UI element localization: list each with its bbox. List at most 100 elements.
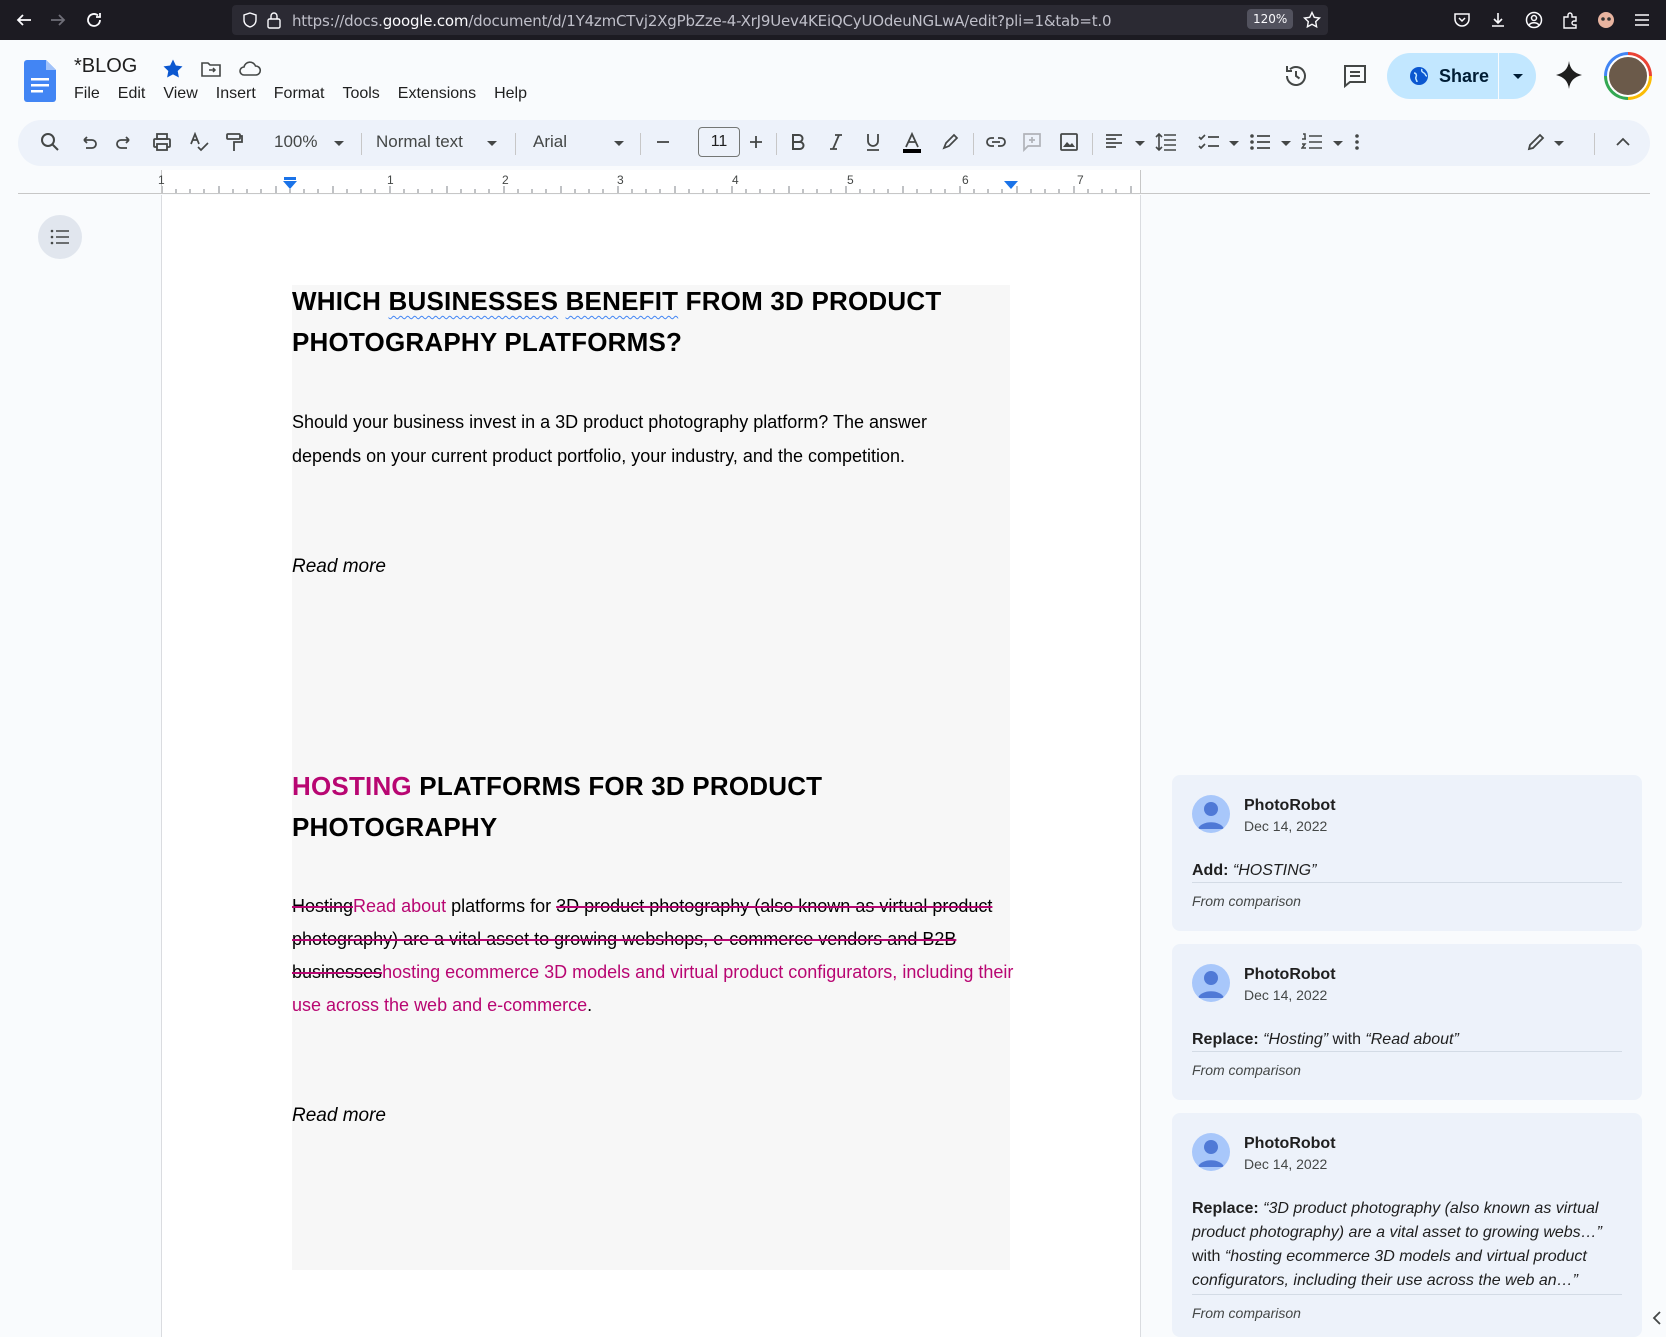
align-left-icon[interactable] (1104, 132, 1124, 152)
menu-format[interactable]: Format (274, 85, 325, 103)
mode-caret-icon[interactable] (1554, 141, 1564, 146)
insert-image-icon[interactable] (1059, 132, 1079, 152)
shield-icon[interactable] (242, 12, 258, 28)
gemini-sparkle-icon[interactable] (1555, 60, 1583, 90)
menu-view[interactable]: View (163, 85, 197, 103)
right-indent-marker[interactable] (1004, 181, 1018, 189)
suggested-deletion[interactable]: Hosting (292, 896, 353, 916)
account-icon[interactable] (1522, 8, 1546, 32)
read-more-link[interactable]: Read more (292, 1105, 386, 1127)
insert-link-icon[interactable] (985, 132, 1007, 152)
read-more-link[interactable]: Read more (292, 556, 386, 578)
document-outline-button[interactable] (38, 215, 82, 259)
bold-icon[interactable] (789, 132, 807, 152)
horizontal-ruler[interactable]: 1 1 2 3 4 5 6 7 (18, 170, 1650, 194)
zoom-select[interactable]: 100% (274, 132, 317, 152)
spelling-flagged-word[interactable]: BUSINESSES (389, 286, 559, 316)
text-color-icon[interactable] (901, 132, 923, 154)
document-title[interactable]: *BLOG (74, 55, 137, 78)
font-caret-icon[interactable] (614, 141, 624, 146)
bookmark-star-icon[interactable] (1300, 8, 1324, 32)
menu-file[interactable]: File (74, 85, 100, 103)
url-text: https://docs.google.com/document/d/1Y4zm… (292, 12, 1112, 30)
add-comment-icon[interactable] (1022, 132, 1042, 152)
more-options-icon[interactable] (1352, 132, 1362, 152)
back-icon[interactable] (12, 8, 36, 32)
style-caret-icon[interactable] (487, 141, 497, 146)
user-avatar[interactable] (1604, 52, 1652, 100)
editing-mode-icon[interactable] (1526, 132, 1546, 152)
italic-icon[interactable] (827, 132, 845, 152)
line-spacing-icon[interactable] (1155, 132, 1177, 152)
print-icon[interactable] (152, 132, 172, 152)
menu-insert[interactable]: Insert (216, 85, 256, 103)
suggestion-card[interactable]: PhotoRobot Dec 14, 2022 Replace: “3D pro… (1172, 1113, 1642, 1337)
align-caret-icon[interactable] (1135, 141, 1145, 146)
comment-source: From comparison (1192, 1062, 1301, 1078)
bulleted-list-icon[interactable] (1249, 132, 1271, 152)
increase-font-size-icon[interactable] (747, 132, 765, 152)
docs-logo-icon[interactable] (24, 60, 56, 102)
paragraph-style-select[interactable]: Normal text (376, 132, 463, 152)
font-value: Arial (533, 132, 568, 151)
suggested-insertion[interactable]: hosting ecommerce 3D models and virtual … (292, 962, 1013, 1015)
redo-icon[interactable] (115, 132, 135, 152)
checklist-icon[interactable] (1198, 132, 1220, 152)
paragraph-intro[interactable]: Should your business invest in a 3D prod… (292, 405, 992, 473)
spelling-flagged-word[interactable]: BENEFIT (566, 286, 679, 316)
paragraph-hosting[interactable]: HostingRead about platforms for 3D produ… (292, 890, 1017, 1022)
comment-date: Dec 14, 2022 (1244, 1156, 1328, 1172)
suggested-insertion[interactable]: Read about (353, 896, 446, 916)
cloud-saved-icon[interactable] (238, 58, 262, 80)
search-menus-icon[interactable] (40, 132, 60, 152)
star-icon[interactable] (162, 58, 184, 80)
reload-icon[interactable] (82, 8, 106, 32)
highlight-color-icon[interactable] (940, 132, 960, 152)
font-size-input[interactable]: 11 (698, 127, 740, 157)
ruler-number: 5 (847, 173, 854, 187)
menu-help[interactable]: Help (494, 85, 527, 103)
hide-menus-chevron-icon[interactable] (1614, 132, 1632, 152)
suggestion-card[interactable]: PhotoRobot Dec 14, 2022 Replace: “Hostin… (1172, 944, 1642, 1100)
zoom-caret-icon[interactable] (334, 141, 344, 146)
ruler-number: 6 (962, 173, 969, 187)
toolbar-divider (640, 133, 641, 155)
bullet-caret-icon[interactable] (1281, 141, 1291, 146)
address-bar[interactable]: https://docs.google.com/document/d/1Y4zm… (232, 5, 1328, 35)
extensions-icon[interactable] (1558, 8, 1582, 32)
toolbar-divider (361, 133, 362, 155)
numbered-list-icon[interactable] (1301, 132, 1323, 152)
move-to-folder-icon[interactable] (200, 58, 222, 80)
avatar-icon (1192, 1133, 1230, 1171)
download-icon[interactable] (1486, 8, 1510, 32)
menu-tools[interactable]: Tools (342, 85, 379, 103)
forward-icon[interactable] (46, 8, 70, 32)
pocket-icon[interactable] (1450, 8, 1474, 32)
menu-icon[interactable] (1630, 8, 1654, 32)
suggestion-card[interactable]: PhotoRobot Dec 14, 2022 Add: “HOSTING” F… (1172, 775, 1642, 931)
left-indent-marker[interactable] (283, 181, 297, 189)
side-panel-toggle-icon[interactable] (1650, 1308, 1664, 1328)
suggested-insertion[interactable]: HOSTING (292, 771, 412, 801)
heading-hosting-platforms[interactable]: HOSTING PLATFORMS FOR 3D PRODUCT PHOTOGR… (292, 766, 1012, 848)
comment-date: Dec 14, 2022 (1244, 987, 1328, 1003)
checklist-caret-icon[interactable] (1229, 141, 1239, 146)
zoom-indicator[interactable]: 120% (1247, 9, 1294, 29)
spellcheck-icon[interactable] (189, 132, 209, 152)
menu-edit[interactable]: Edit (118, 85, 146, 103)
first-line-indent-marker[interactable] (284, 177, 296, 180)
undo-icon[interactable] (78, 132, 98, 152)
menu-extensions[interactable]: Extensions (398, 85, 476, 103)
decrease-font-size-icon[interactable] (654, 132, 672, 152)
extension-avatar-icon[interactable] (1594, 8, 1618, 32)
number-caret-icon[interactable] (1333, 141, 1343, 146)
comments-icon[interactable] (1341, 62, 1369, 90)
toolbar-divider (515, 133, 516, 155)
paint-format-icon[interactable] (224, 132, 244, 152)
version-history-icon[interactable] (1282, 62, 1310, 90)
share-button[interactable]: Share (1387, 53, 1502, 99)
underline-icon[interactable] (864, 132, 882, 152)
heading-which-businesses[interactable]: WHICH BUSINESSES BENEFIT FROM 3D PRODUCT… (292, 281, 1012, 363)
font-select[interactable]: Arial (533, 132, 567, 152)
lock-icon[interactable] (266, 11, 282, 29)
